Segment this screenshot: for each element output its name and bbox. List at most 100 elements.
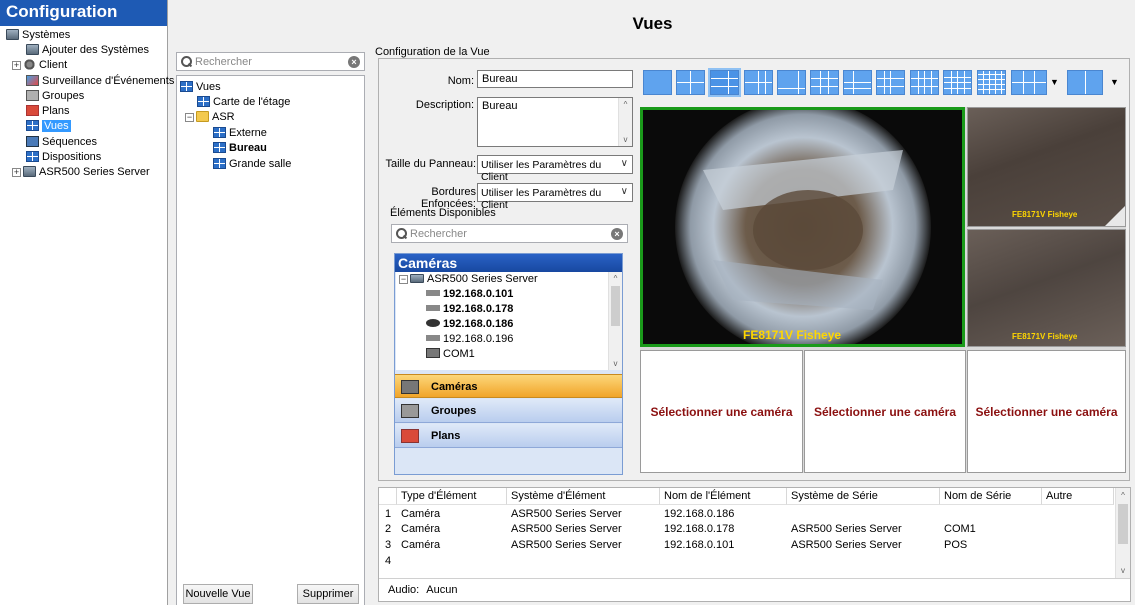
layout-button[interactable]: [777, 70, 806, 95]
tree-item-floor-map[interactable]: Carte de l'étage: [197, 95, 290, 110]
tree-item-server[interactable]: − ASR500 Series Server: [399, 272, 538, 287]
row-num-header: [379, 488, 397, 505]
scroll-thumb[interactable]: [611, 286, 620, 326]
folder-icon: [196, 111, 209, 122]
tree-item-vues[interactable]: Vues: [180, 80, 221, 95]
layout-button[interactable]: [943, 70, 972, 95]
expand-icon[interactable]: +: [12, 61, 21, 70]
camera-item[interactable]: 192.168.0.186: [426, 317, 513, 332]
plans-icon: [26, 105, 39, 116]
nav-item-asr-server[interactable]: + ASR500 Series Server: [12, 165, 150, 180]
layout-split-button[interactable]: [1067, 70, 1103, 95]
config-label: Configuration de la Vue: [375, 46, 490, 58]
config-nav: Configuration Systèmes Ajouter des Systè…: [0, 0, 174, 605]
camera-item[interactable]: 192.168.0.178: [426, 302, 513, 317]
cameras-scrollbar[interactable]: ^ v: [608, 272, 622, 370]
layout-more-button[interactable]: [1011, 70, 1047, 95]
panel-size-select[interactable]: Utiliser les Paramètres du Client: [477, 155, 633, 183]
dropdown-arrow-icon[interactable]: ▼: [1050, 77, 1059, 87]
views-tree: Vues Carte de l'étage − ASR Externe Burea…: [176, 75, 365, 605]
audio-row: Audio: Aucun: [388, 584, 458, 596]
category-groups[interactable]: Groupes: [395, 399, 622, 423]
search-icon: [181, 56, 192, 67]
empty-panel[interactable]: Sélectionner une caméra: [967, 350, 1126, 473]
camera-icon: [426, 305, 440, 311]
camera-item[interactable]: 192.168.0.101: [426, 287, 513, 302]
borders-select[interactable]: Utiliser les Paramètres du Client: [477, 183, 633, 211]
col-header[interactable]: Autre: [1042, 488, 1114, 505]
nav-item-layouts[interactable]: Dispositions: [26, 150, 101, 165]
col-header[interactable]: Système de Série: [787, 488, 940, 505]
view-icon: [213, 127, 226, 138]
table-scrollbar[interactable]: ^ v: [1115, 488, 1130, 578]
server-icon: [23, 166, 36, 177]
nav-item-plans[interactable]: Plans: [26, 104, 70, 119]
col-header[interactable]: Type d'Élément: [397, 488, 507, 505]
col-header[interactable]: Nom de l'Élément: [660, 488, 787, 505]
nav-item-views[interactable]: Vues: [26, 119, 71, 134]
tree-item-grande-salle[interactable]: Grande salle: [213, 157, 291, 172]
plans-icon: [401, 429, 419, 443]
layouts-icon: [26, 151, 39, 162]
tree-item-bureau[interactable]: Bureau: [213, 141, 267, 156]
nav-item-add-systems[interactable]: Ajouter des Systèmes: [26, 43, 149, 58]
layout-1x1-button[interactable]: [643, 70, 672, 95]
layout-1plus5-button[interactable]: [708, 68, 741, 97]
layout-4x4-button[interactable]: [910, 70, 939, 95]
description-label: Description:: [415, 99, 474, 111]
clear-icon[interactable]: ×: [348, 56, 360, 68]
scroll-down-icon: v: [1121, 566, 1125, 575]
camera-label: FE8171V Fisheye: [743, 328, 842, 342]
layout-5x5-button[interactable]: [977, 70, 1006, 95]
description-field[interactable]: Bureau ^ v: [477, 97, 633, 147]
layout-button[interactable]: [744, 70, 773, 95]
layout-button[interactable]: [876, 70, 905, 95]
scroll-thumb[interactable]: [1118, 504, 1128, 544]
cameras-tree: − ASR500 Series Server 192.168.0.101 192.…: [396, 272, 622, 370]
video-panel-main[interactable]: FE8171V Fisheye: [640, 107, 965, 347]
empty-panel[interactable]: Sélectionner une caméra: [640, 350, 803, 473]
nav-item-client[interactable]: + Client: [12, 58, 67, 73]
tree-item-externe[interactable]: Externe: [213, 126, 267, 141]
layout-button[interactable]: [843, 70, 872, 95]
video-panel-side-1[interactable]: FE8171V Fisheye: [967, 107, 1126, 227]
scroll-up-icon: ^: [1121, 491, 1125, 500]
name-field[interactable]: Bureau: [477, 70, 633, 88]
col-header[interactable]: Système d'Élément: [507, 488, 660, 505]
category-cameras[interactable]: Caméras: [395, 374, 622, 398]
category-plans[interactable]: Plans: [395, 424, 622, 448]
description-scrollbar[interactable]: ^ v: [618, 98, 632, 146]
nav-item-sequences[interactable]: Séquences: [26, 135, 97, 150]
layout-2x2-button[interactable]: [676, 70, 705, 95]
video-panel-side-2[interactable]: FE8171V Fisheye: [967, 229, 1126, 347]
video-content: [1105, 206, 1125, 226]
available-search-input[interactable]: Rechercher ×: [391, 224, 628, 243]
tree-item-asr[interactable]: − ASR: [185, 110, 235, 125]
nav-item-systems[interactable]: Systèmes: [6, 28, 70, 43]
scroll-up-icon: ^: [623, 100, 628, 109]
views-search-input[interactable]: Rechercher ×: [176, 52, 365, 71]
delete-button[interactable]: Supprimer: [297, 584, 359, 604]
view-icon: [213, 158, 226, 169]
camera-item[interactable]: 192.168.0.196: [426, 332, 513, 347]
serial-item[interactable]: COM1: [426, 347, 475, 362]
cameras-header: Caméras: [395, 254, 622, 272]
col-header[interactable]: Nom de Série: [940, 488, 1042, 505]
empty-panel[interactable]: Sélectionner une caméra: [804, 350, 966, 473]
clear-icon[interactable]: ×: [611, 228, 623, 240]
new-view-button[interactable]: Nouvelle Vue: [183, 584, 253, 604]
fisheye-video: FE8171V Fisheye: [643, 110, 962, 344]
client-gear-icon: [23, 59, 36, 70]
nav-item-event-monitoring[interactable]: Surveillance d'Événements: [26, 74, 174, 89]
expand-icon[interactable]: +: [12, 168, 21, 177]
search-icon: [396, 228, 407, 239]
nav-title: Configuration: [0, 0, 167, 26]
collapse-icon[interactable]: −: [399, 275, 408, 284]
audio-value[interactable]: Aucun: [426, 584, 457, 596]
layout-3x3-button[interactable]: [810, 70, 839, 95]
server-icon: [6, 29, 19, 40]
dropdown-arrow-icon[interactable]: ▼: [1110, 77, 1119, 87]
event-monitor-icon: [26, 75, 39, 86]
collapse-icon[interactable]: −: [185, 113, 194, 122]
nav-item-groups[interactable]: Groupes: [26, 89, 84, 104]
